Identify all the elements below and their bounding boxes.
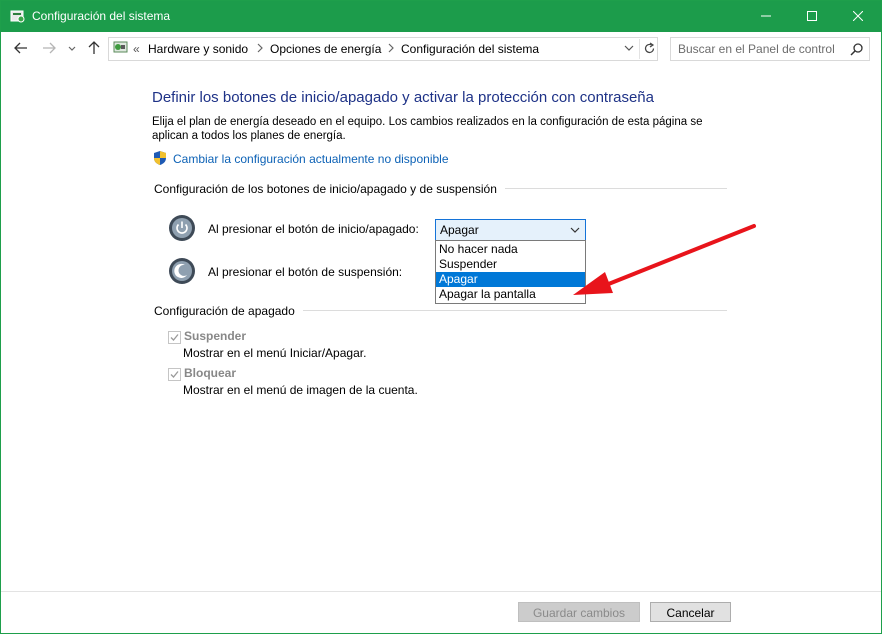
- control-panel-window: Configuración del sistema « Hardware y s…: [0, 0, 882, 634]
- buttons-section-title: Configuración de los botones de inicio/a…: [154, 182, 497, 196]
- search-box[interactable]: Buscar en el Panel de control: [670, 37, 870, 61]
- breadcrumb-separator-icon: [387, 42, 395, 56]
- page-intro: Elija el plan de energía deseado en el e…: [152, 116, 703, 142]
- refresh-button[interactable]: [639, 39, 658, 59]
- power-options-location-icon: [112, 40, 130, 59]
- checkmark-icon: [170, 334, 179, 341]
- forward-arrow-icon[interactable]: [41, 40, 59, 58]
- power-button-icon: [168, 214, 196, 242]
- search-icon[interactable]: [850, 42, 864, 59]
- minimize-button[interactable]: [743, 1, 789, 32]
- maximize-button[interactable]: [789, 1, 835, 32]
- annotation-arrow-icon: [573, 224, 756, 295]
- address-bar[interactable]: « Hardware y sonido Opciones de energía …: [108, 37, 658, 61]
- breadcrumb-separator-icon: [256, 42, 264, 56]
- suspend-option-description: Mostrar en el menú Iniciar/Apagar.: [183, 346, 367, 360]
- sleep-button-label: Al presionar el botón de suspensión:: [208, 265, 403, 279]
- save-changes-button[interactable]: Guardar cambios: [518, 602, 640, 622]
- address-history-chevron-icon[interactable]: [623, 41, 635, 58]
- uac-shield-icon: [152, 150, 168, 169]
- window-title: Configuración del sistema: [32, 9, 171, 23]
- footer-divider: [1, 591, 881, 592]
- suspend-checkbox[interactable]: [168, 331, 181, 344]
- control-panel-app-icon: [10, 8, 26, 24]
- suspend-option-label: Suspender: [184, 329, 247, 343]
- lock-option-label: Bloquear: [184, 366, 237, 380]
- power-button-action-value: Apagar: [440, 223, 479, 237]
- recent-locations-chevron-icon[interactable]: [67, 40, 79, 58]
- change-unavailable-settings-link[interactable]: Cambiar la configuración actualmente no …: [173, 152, 449, 166]
- breadcrumb-hardware[interactable]: Hardware y sonido: [148, 42, 248, 56]
- up-arrow-icon[interactable]: [86, 40, 104, 58]
- lock-option-description: Mostrar en el menú de imagen de la cuent…: [183, 383, 418, 397]
- cancel-button[interactable]: Cancelar: [650, 602, 731, 622]
- page-heading: Definir los botones de inicio/apagado y …: [152, 89, 654, 106]
- power-button-label: Al presionar el botón de inicio/apagado:: [208, 222, 419, 236]
- title-bar[interactable]: Configuración del sistema: [1, 1, 881, 32]
- back-arrow-icon[interactable]: [13, 40, 31, 58]
- section-divider: [303, 310, 727, 311]
- search-placeholder: Buscar en el Panel de control: [678, 42, 835, 56]
- checkmark-icon: [170, 371, 179, 378]
- breadcrumb-power-options[interactable]: Opciones de energía: [270, 42, 381, 56]
- lock-checkbox[interactable]: [168, 368, 181, 381]
- close-button[interactable]: [835, 1, 881, 32]
- breadcrumb-system-settings[interactable]: Configuración del sistema: [401, 42, 539, 56]
- section-divider: [505, 188, 727, 189]
- breadcrumb-overflow[interactable]: «: [133, 42, 140, 56]
- sleep-button-icon: [168, 257, 196, 285]
- shutdown-section-title: Configuración de apagado: [154, 304, 295, 318]
